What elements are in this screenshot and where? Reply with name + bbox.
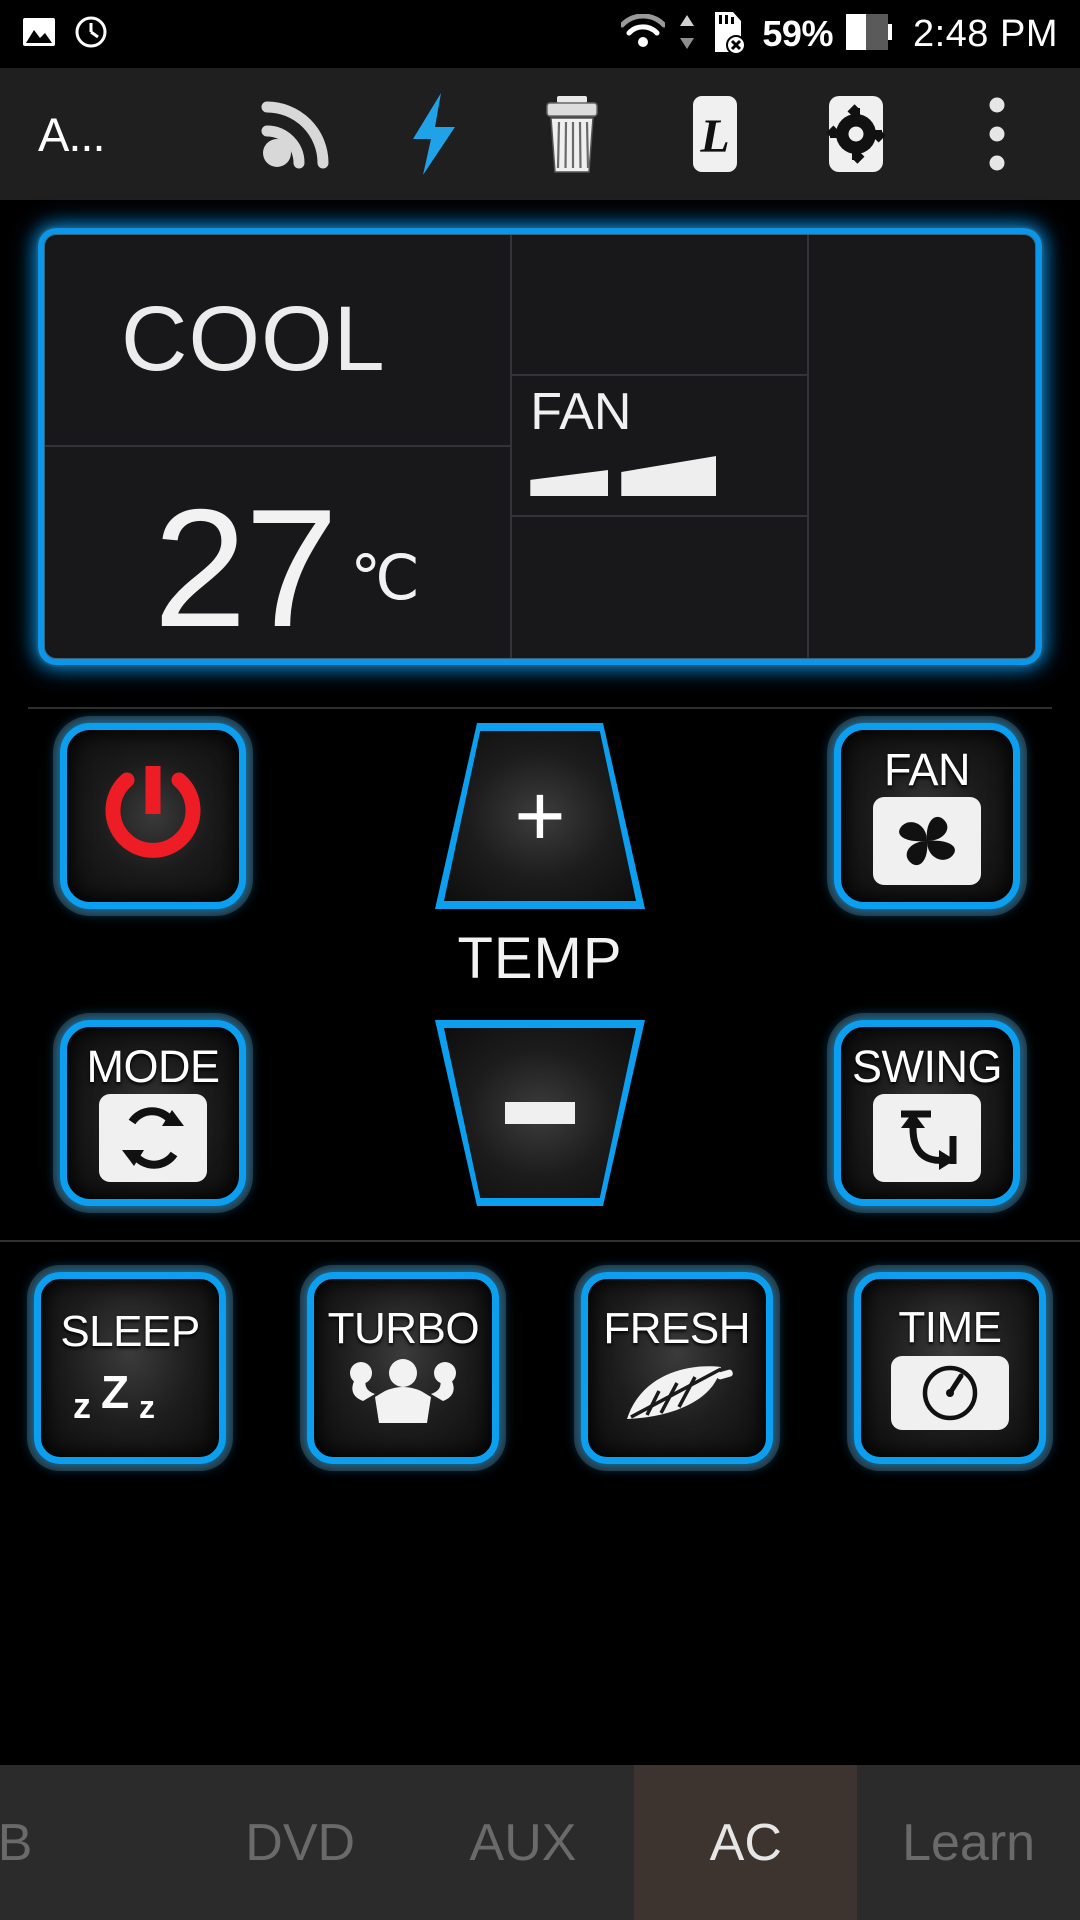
timer-icon <box>890 1356 1009 1430</box>
gear-icon[interactable] <box>811 84 901 184</box>
device-tab-bar: TB DVD AUX AC Learn <box>0 1765 1080 1920</box>
temp-down-wrap <box>435 1020 645 1206</box>
tab-learn-label: Learn <box>902 1813 1036 1872</box>
fan-bar-1 <box>530 469 609 496</box>
zzz-icon: z Z z <box>65 1360 195 1427</box>
temp-up-wrap: + TEMP <box>435 723 645 992</box>
tab-aux[interactable]: AUX <box>412 1765 635 1920</box>
muscle-icon <box>345 1357 461 1430</box>
sleep-button-label: SLEEP <box>60 1306 200 1356</box>
control-row-2: MODE SWING <box>60 1020 1020 1206</box>
swing-arrow-icon <box>873 1094 981 1182</box>
lcd-cell-empty-bottom <box>512 517 807 658</box>
fan-button[interactable]: FAN <box>834 723 1020 909</box>
lcd-mode-value: COOL <box>45 235 511 447</box>
temp-down-button[interactable] <box>435 1020 645 1206</box>
swing-button-label: SWING <box>852 1041 1003 1092</box>
lcd-display: COOL 27 ℃ FAN <box>38 228 1042 665</box>
data-transfer-icon <box>678 13 696 56</box>
temp-up-label: + <box>514 766 566 866</box>
sdcard-error-icon <box>709 10 749 59</box>
tab-ac[interactable]: AC <box>634 1765 858 1920</box>
remote-body: COOL 27 ℃ FAN + TEMP FAN MODE SWING SLEE… <box>0 200 1080 1464</box>
tab-stb[interactable]: TB <box>0 1765 189 1920</box>
swing-button[interactable]: SWING <box>834 1020 1020 1206</box>
learn-l-icon[interactable]: L <box>670 84 760 184</box>
svg-text:z: z <box>73 1385 91 1422</box>
mode-button[interactable]: MODE <box>60 1020 246 1206</box>
lcd-fan-cell: FAN <box>512 376 808 517</box>
tab-aux-label: AUX <box>469 1813 577 1872</box>
power-icon <box>99 758 207 874</box>
mode-cycle-icon <box>99 1094 207 1182</box>
temp-caption: TEMP <box>457 926 623 991</box>
fan-bar-2 <box>621 455 717 496</box>
tab-stb-label: TB <box>0 1813 33 1872</box>
app-toolbar: A... L <box>0 68 1080 200</box>
wifi-icon <box>619 13 667 55</box>
trash-icon[interactable] <box>530 84 620 184</box>
sleep-button[interactable]: SLEEP z Z z <box>34 1272 226 1464</box>
battery-percent: 59% <box>762 13 833 54</box>
lcd-temperature-value: 27 <box>153 473 338 658</box>
lcd-cell-empty-top <box>512 235 808 376</box>
app-title: A... <box>38 107 106 161</box>
tab-dvd[interactable]: DVD <box>189 1765 412 1920</box>
rss-icon[interactable] <box>248 84 338 184</box>
svg-text:Z: Z <box>101 1366 129 1418</box>
time-button[interactable]: TIME <box>853 1272 1046 1464</box>
fresh-button-label: FRESH <box>603 1303 750 1353</box>
status-time: 2:48 PM <box>912 12 1058 55</box>
main-control-grid: + TEMP FAN MODE SWING <box>0 709 1080 1206</box>
lcd-fan-level-indicator <box>512 442 807 496</box>
function-button-row: SLEEP z Z z TURBO FRESH TIME <box>0 1242 1080 1464</box>
svg-text:L: L <box>700 110 730 163</box>
control-row-1: + TEMP FAN <box>60 723 1020 992</box>
temp-up-button[interactable]: + <box>435 723 645 909</box>
tab-learn[interactable]: Learn <box>857 1765 1080 1920</box>
dashclock-icon <box>74 15 108 54</box>
gallery-icon <box>22 17 56 52</box>
turbo-button-label: TURBO <box>327 1303 480 1353</box>
lcd-display-wrap: COOL 27 ℃ FAN <box>0 200 1080 665</box>
mode-button-label: MODE <box>86 1041 221 1092</box>
lcd-temperature-unit: ℃ <box>350 544 420 613</box>
flash-icon[interactable] <box>389 84 479 184</box>
lcd-fan-label: FAN <box>530 382 632 441</box>
lcd-cell-right <box>807 235 1035 658</box>
status-bar: 59% 2:48 PM <box>0 0 1080 68</box>
temp-down-label <box>505 1102 575 1124</box>
leaf-icon <box>617 1357 737 1430</box>
turbo-button[interactable]: TURBO <box>307 1272 500 1464</box>
tab-dvd-label: DVD <box>245 1813 356 1872</box>
overflow-menu-icon[interactable] <box>952 84 1042 184</box>
fan-blade-icon <box>873 797 981 885</box>
tab-ac-label: AC <box>709 1813 782 1872</box>
fresh-button[interactable]: FRESH <box>580 1272 773 1464</box>
time-button-label: TIME <box>898 1303 1002 1352</box>
power-button[interactable] <box>60 723 246 909</box>
svg-text:z: z <box>139 1389 155 1422</box>
fan-button-label: FAN <box>883 744 971 795</box>
battery-icon <box>845 12 892 57</box>
